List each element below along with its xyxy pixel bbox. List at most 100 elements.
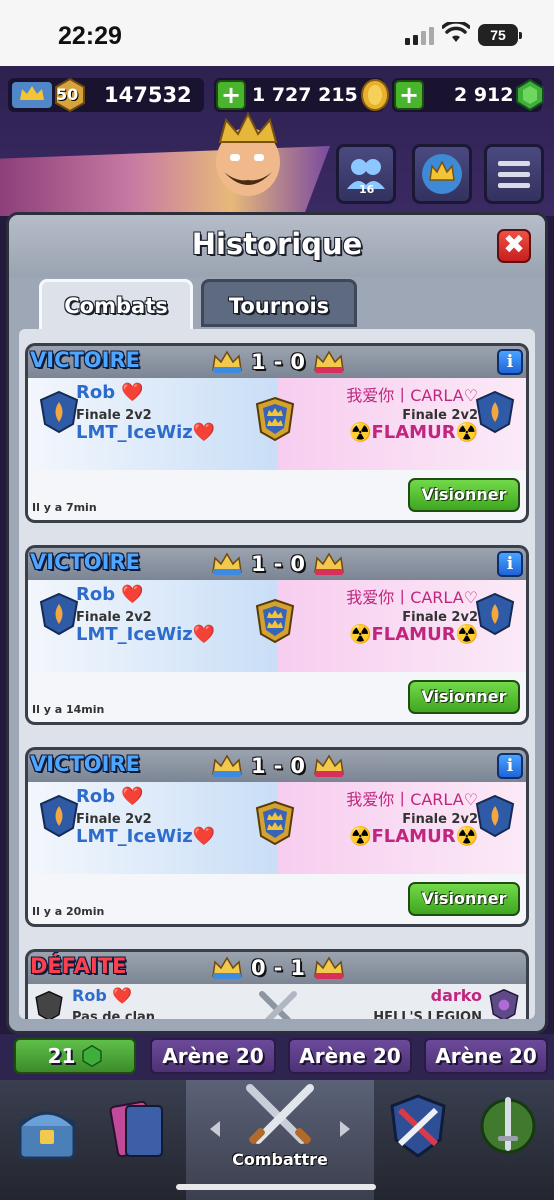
red-crown-icon: [314, 350, 344, 373]
arena-pill[interactable]: Arène 20: [288, 1038, 412, 1074]
score-left: 0: [251, 956, 266, 980]
nav-clan[interactable]: [374, 1080, 464, 1200]
nav-events[interactable]: [464, 1080, 554, 1200]
battle-info-button[interactable]: i: [497, 551, 523, 577]
clan-badge-icon: [489, 988, 519, 1019]
battle-card: VICTOIRE 1 - 0 i Rob ❤️ Finale 2v2 LMT_I…: [25, 545, 529, 725]
right-teammate-name[interactable]: ☢️FLAMUR☢️: [349, 826, 478, 847]
battle-card-body: Rob ❤️ Finale 2v2 LMT_IceWiz❤️ 我爱你丨CARLA…: [28, 378, 526, 520]
battery-level: 75: [490, 27, 506, 43]
left-player-subtitle: Finale 2v2: [76, 812, 152, 827]
score-right: 0: [290, 350, 305, 374]
arena-pill[interactable]: Arène 20: [150, 1038, 276, 1074]
battle-score: 1 - 0: [198, 548, 358, 580]
right-player-subtitle: Finale 2v2: [402, 408, 478, 423]
replay-button[interactable]: Visionner: [408, 882, 520, 916]
gems-chip-value: 21: [47, 1044, 76, 1068]
close-icon: ✖: [503, 230, 525, 260]
nav-shop[interactable]: [0, 1080, 94, 1200]
left-teammate-name[interactable]: LMT_IceWiz❤️: [76, 624, 215, 645]
tab-combats[interactable]: Combats: [39, 279, 193, 329]
battle-score: 0 - 1: [198, 952, 358, 984]
gold-pill[interactable]: + 1 727 215: [214, 78, 389, 112]
battle-card-body: Rob ❤️ Finale 2v2 LMT_IceWiz❤️ 我爱你丨CARLA…: [28, 580, 526, 722]
clan-button[interactable]: [412, 144, 472, 204]
bottom-nav: Combattre: [0, 1080, 554, 1200]
battle-card: DÉFAITE 0 - 1 Rob ❤️ Pas de clan darko H…: [25, 949, 529, 1019]
trophy-count: 147532: [104, 83, 192, 107]
cards-icon: [109, 1100, 163, 1158]
arena-badge-icon: [475, 592, 515, 636]
nav-battle[interactable]: Combattre: [186, 1080, 374, 1200]
blue-crown-icon: [212, 754, 242, 777]
battle-card-body: Rob ❤️ Finale 2v2 LMT_IceWiz❤️ 我爱你丨CARLA…: [28, 782, 526, 924]
status-bar: 22:29 75: [0, 0, 554, 66]
score-separator: -: [273, 350, 283, 374]
battle-card-header: VICTOIRE 1 - 0 i: [28, 346, 526, 378]
right-teammate-name[interactable]: ☢️FLAMUR☢️: [349, 624, 478, 645]
replay-button[interactable]: Visionner: [408, 680, 520, 714]
battle-time: Il y a 7min: [32, 501, 97, 514]
battle-time: Il y a 20min: [32, 905, 105, 918]
close-button[interactable]: ✖: [497, 229, 531, 263]
left-player-name[interactable]: Rob ❤️: [76, 382, 144, 403]
right-player-name[interactable]: 我爱你丨CARLA♡: [346, 382, 478, 406]
gems-chip[interactable]: 21: [14, 1038, 136, 1074]
left-teammate-name[interactable]: LMT_IceWiz❤️: [76, 422, 215, 443]
arena-badge-icon: [475, 390, 515, 434]
2v2-mode-icon: [255, 800, 295, 846]
arena-badge-icon: [39, 592, 79, 636]
crossed-swords-icon: [259, 991, 297, 1019]
battle-time: Il y a 14min: [32, 703, 105, 716]
battle-score: 1 - 0: [198, 750, 358, 782]
left-player-name[interactable]: Rob ❤️: [76, 786, 144, 807]
right-player-subtitle: HELL'S LEGION: [373, 1010, 482, 1019]
clan-crown-icon: [422, 154, 462, 194]
arena-badge-icon: [475, 794, 515, 838]
left-player-name[interactable]: Rob ❤️: [76, 584, 144, 605]
cellular-signal-icon: [405, 27, 434, 45]
battle-info-button[interactable]: i: [497, 753, 523, 779]
add-gold-button[interactable]: +: [216, 80, 246, 110]
right-player-name[interactable]: 我爱你丨CARLA♡: [346, 584, 478, 608]
score-left: 1: [251, 350, 266, 374]
gold-amount: 1 727 215: [252, 84, 358, 106]
level-trophy-pill[interactable]: 50 147532: [8, 77, 204, 113]
chevron-left-icon: [210, 1121, 220, 1137]
nav-battle-label: Combattre: [232, 1150, 328, 1169]
menu-button[interactable]: [484, 144, 544, 204]
left-teammate-name[interactable]: LMT_IceWiz❤️: [76, 826, 215, 847]
right-player-name[interactable]: 我爱你丨CARLA♡: [346, 786, 478, 810]
red-crown-icon: [314, 956, 344, 979]
blue-crown-icon: [212, 956, 242, 979]
arena-pill[interactable]: Arène 20: [424, 1038, 548, 1074]
battle-result: VICTOIRE: [30, 752, 140, 776]
friends-button[interactable]: 16: [336, 144, 396, 204]
right-player-name[interactable]: darko: [431, 986, 482, 1005]
battle-card-header: VICTOIRE 1 - 0 i: [28, 548, 526, 580]
nav-cards[interactable]: [94, 1080, 186, 1200]
left-player-name[interactable]: Rob ❤️: [72, 986, 132, 1005]
arena-badge-icon: [39, 794, 79, 838]
battle-result: DÉFAITE: [30, 954, 127, 978]
battery-icon: 75: [478, 24, 522, 46]
clock: 22:29: [58, 22, 122, 50]
tab-tournois[interactable]: Tournois: [201, 279, 357, 327]
replay-button[interactable]: Visionner: [408, 478, 520, 512]
right-teammate-name[interactable]: ☢️FLAMUR☢️: [349, 422, 478, 443]
shop-chest-icon: [18, 1111, 76, 1160]
history-modal: Historique ✖ Combats Tournois VICTOIRE 1…: [6, 212, 548, 1034]
battle-list[interactable]: VICTOIRE 1 - 0 i Rob ❤️ Finale 2v2 LMT_I…: [19, 329, 535, 1019]
battle-card: VICTOIRE 1 - 0 i Rob ❤️ Finale 2v2 LMT_I…: [25, 747, 529, 927]
battle-info-button[interactable]: i: [497, 349, 523, 375]
left-player-subtitle: Pas de clan: [72, 1010, 156, 1019]
add-gems-button[interactable]: +: [394, 80, 424, 110]
gems-pill[interactable]: + 2 912: [392, 78, 544, 112]
battle-result: VICTOIRE: [30, 348, 140, 372]
right-player-subtitle: Finale 2v2: [402, 812, 478, 827]
gem-amount: 2 912: [454, 84, 514, 106]
red-crown-icon: [314, 754, 344, 777]
score-right: 0: [290, 754, 305, 778]
clan-shield-icon: [390, 1094, 446, 1158]
gem-icon: [82, 1044, 103, 1068]
